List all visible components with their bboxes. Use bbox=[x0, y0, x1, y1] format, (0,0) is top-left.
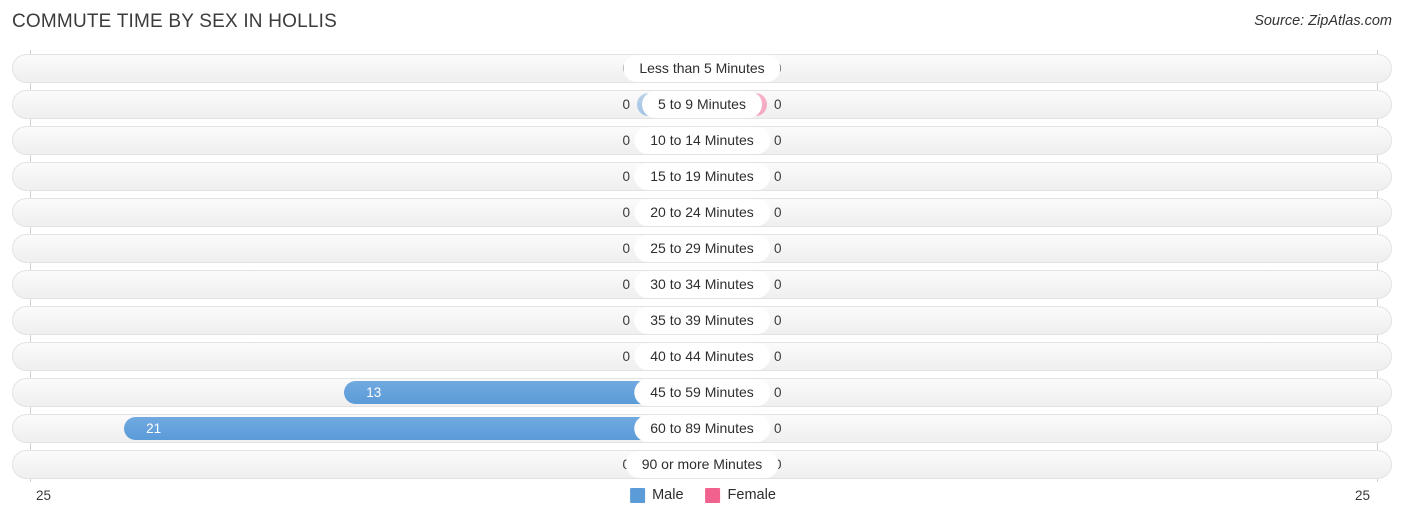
source-attribution: Source: ZipAtlas.com bbox=[1254, 13, 1392, 29]
category-label-pill: 10 to 14 Minutes bbox=[634, 127, 770, 154]
male-half: 0 bbox=[12, 201, 702, 224]
legend-item-male[interactable]: Male bbox=[630, 487, 684, 503]
female-half: 0 bbox=[702, 345, 1392, 368]
chart-row[interactable]: 0 0 30 to 34 Minutes bbox=[12, 270, 1392, 299]
male-half: 0 bbox=[12, 345, 702, 368]
chart-row[interactable]: 13 0 45 to 59 Minutes bbox=[12, 378, 1392, 407]
female-half: 0 bbox=[702, 309, 1392, 332]
female-half: 0 bbox=[702, 417, 1392, 440]
female-half: 0 bbox=[702, 129, 1392, 152]
axis-tick-right: 25 bbox=[1354, 488, 1370, 503]
male-half: 0 bbox=[12, 309, 702, 332]
male-half: 0 bbox=[12, 273, 702, 296]
chart-row[interactable]: 0 0 5 to 9 Minutes bbox=[12, 90, 1392, 119]
chart-row[interactable]: 0 0 10 to 14 Minutes bbox=[12, 126, 1392, 155]
chart-header: COMMUTE TIME BY SEX IN HOLLIS Source: Zi… bbox=[0, 0, 1406, 46]
female-half: 0 bbox=[702, 273, 1392, 296]
legend-item-female[interactable]: Female bbox=[705, 487, 776, 503]
chart-row[interactable]: 0 0 35 to 39 Minutes bbox=[12, 306, 1392, 335]
chart-row[interactable]: 21 0 60 to 89 Minutes bbox=[12, 414, 1392, 443]
chart-row[interactable]: 0090 or more Minutes bbox=[12, 450, 1392, 479]
male-value-label: 0 bbox=[622, 97, 630, 112]
male-half: 0 bbox=[12, 93, 702, 116]
female-color-swatch-icon bbox=[705, 487, 721, 503]
chart-row[interactable]: 0 0 25 to 29 Minutes bbox=[12, 234, 1392, 263]
chart-row[interactable]: 0 0 20 to 24 Minutes bbox=[12, 198, 1392, 227]
axis-tick-left: 25 bbox=[36, 488, 52, 503]
category-label-pill: 45 to 59 Minutes bbox=[634, 379, 770, 406]
female-half: 0 bbox=[702, 93, 1392, 116]
male-color-swatch-icon bbox=[630, 487, 646, 503]
legend-label-female: Female bbox=[727, 487, 776, 503]
female-half: 0 bbox=[702, 165, 1392, 188]
category-label-pill: 5 to 9 Minutes bbox=[642, 91, 762, 118]
page-title: COMMUTE TIME BY SEX IN HOLLIS bbox=[12, 11, 337, 32]
chart-plot-area: 00Less than 5 Minutes005 to 9 Minutes001… bbox=[0, 50, 1406, 482]
male-value-label: 21 bbox=[146, 421, 162, 436]
category-label-pill: 15 to 19 Minutes bbox=[634, 163, 770, 190]
male-half: 13 bbox=[12, 381, 702, 404]
female-half: 0 bbox=[702, 381, 1392, 404]
male-half: 0 bbox=[12, 237, 702, 260]
male-half: 0 bbox=[12, 165, 702, 188]
male-bar[interactable] bbox=[124, 417, 702, 440]
category-label-pill: 20 to 24 Minutes bbox=[634, 199, 770, 226]
male-half: 21 bbox=[12, 417, 702, 440]
legend-label-male: Male bbox=[652, 487, 684, 503]
male-half: 0 bbox=[12, 57, 702, 80]
category-label-pill: 35 to 39 Minutes bbox=[634, 307, 770, 334]
category-label-pill: 60 to 89 Minutes bbox=[634, 415, 770, 442]
female-half: 0 bbox=[702, 453, 1392, 476]
male-value-label: 13 bbox=[366, 385, 382, 400]
female-half: 0 bbox=[702, 201, 1392, 224]
category-label-pill: 30 to 34 Minutes bbox=[634, 271, 770, 298]
chart-row[interactable]: 0 0 40 to 44 Minutes bbox=[12, 342, 1392, 371]
category-label-pill: 40 to 44 Minutes bbox=[634, 343, 770, 370]
female-value-label: 0 bbox=[774, 97, 782, 112]
chart-row[interactable]: 0 0 15 to 19 Minutes bbox=[12, 162, 1392, 191]
female-half: 0 bbox=[702, 57, 1392, 80]
male-half: 0 bbox=[12, 453, 702, 476]
chart-row[interactable]: 00Less than 5 Minutes bbox=[12, 54, 1392, 83]
category-label-pill: Less than 5 Minutes bbox=[623, 55, 781, 82]
category-label-pill: 25 to 29 Minutes bbox=[634, 235, 770, 262]
category-label-pill: 90 or more Minutes bbox=[625, 451, 779, 478]
male-half: 0 bbox=[12, 129, 702, 152]
chart-legend: Male Female bbox=[630, 487, 776, 503]
female-half: 0 bbox=[702, 237, 1392, 260]
chart-footer: 25 25 Male Female bbox=[0, 484, 1406, 523]
